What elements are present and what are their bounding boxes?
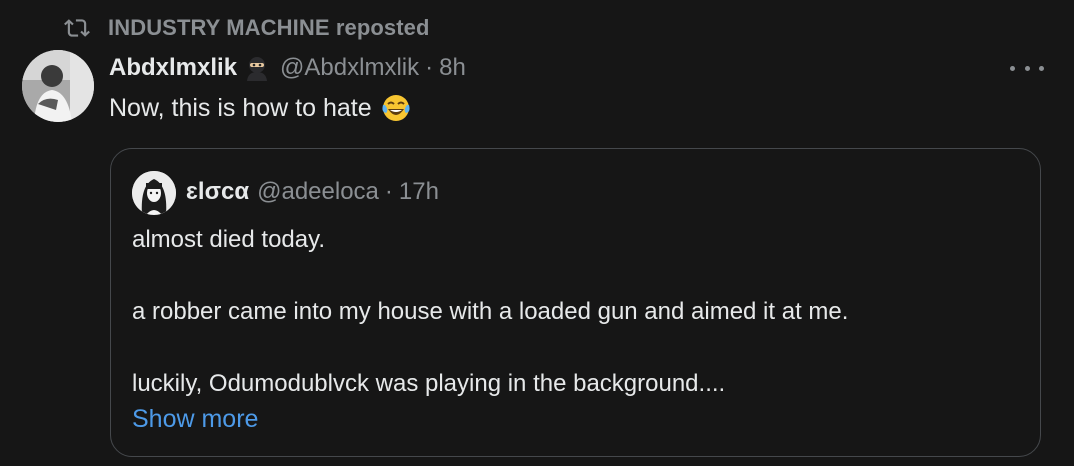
post-header: Abdxlmxlik @Abdxlmxlik · 8h xyxy=(109,50,466,86)
author-avatar[interactable] xyxy=(22,50,94,122)
ninja-emoji-icon xyxy=(244,55,270,81)
quoted-text-line: almost died today. xyxy=(132,226,325,253)
quoted-post-text: almost died today. a robber came into my… xyxy=(132,222,1022,402)
separator-dot: · xyxy=(384,178,393,205)
repost-indicator[interactable]: INDUSTRY MACHINE reposted xyxy=(64,12,430,44)
more-dot xyxy=(1039,65,1044,71)
author-handle[interactable]: @Abdxlmxlik xyxy=(280,54,419,82)
separator-dot: · xyxy=(425,54,434,81)
more-dot xyxy=(1024,65,1030,71)
quoted-post-header: ɛlσcα @adeeloca · 17h xyxy=(186,174,439,210)
more-options-icon[interactable] xyxy=(1010,56,1044,80)
quoted-author-avatar[interactable] xyxy=(132,171,176,215)
more-dot xyxy=(1010,65,1015,71)
quoted-post-time[interactable]: 17h xyxy=(399,178,439,206)
show-more-link[interactable]: Show more xyxy=(132,401,258,437)
quoted-author-name[interactable]: ɛlσcα xyxy=(186,178,249,206)
quoted-text-line: a robber came into my house with a loade… xyxy=(132,298,849,325)
post-text: Now, this is how to hate xyxy=(109,90,412,126)
post-time[interactable]: 8h xyxy=(439,54,466,82)
repost-icon xyxy=(64,15,90,41)
post-text-content: Now, this is how to hate xyxy=(109,94,372,122)
author-name[interactable]: Abdxlmxlik xyxy=(109,54,237,82)
repost-label: INDUSTRY MACHINE reposted xyxy=(108,15,430,40)
quoted-post-card[interactable]: ɛlσcα @adeeloca · 17h almost died today.… xyxy=(110,148,1041,457)
quoted-author-handle[interactable]: @adeeloca xyxy=(257,178,379,206)
tears-of-joy-emoji-icon xyxy=(380,92,412,124)
quoted-text-line: luckily, Odumodublvck was playing in the… xyxy=(132,370,726,397)
